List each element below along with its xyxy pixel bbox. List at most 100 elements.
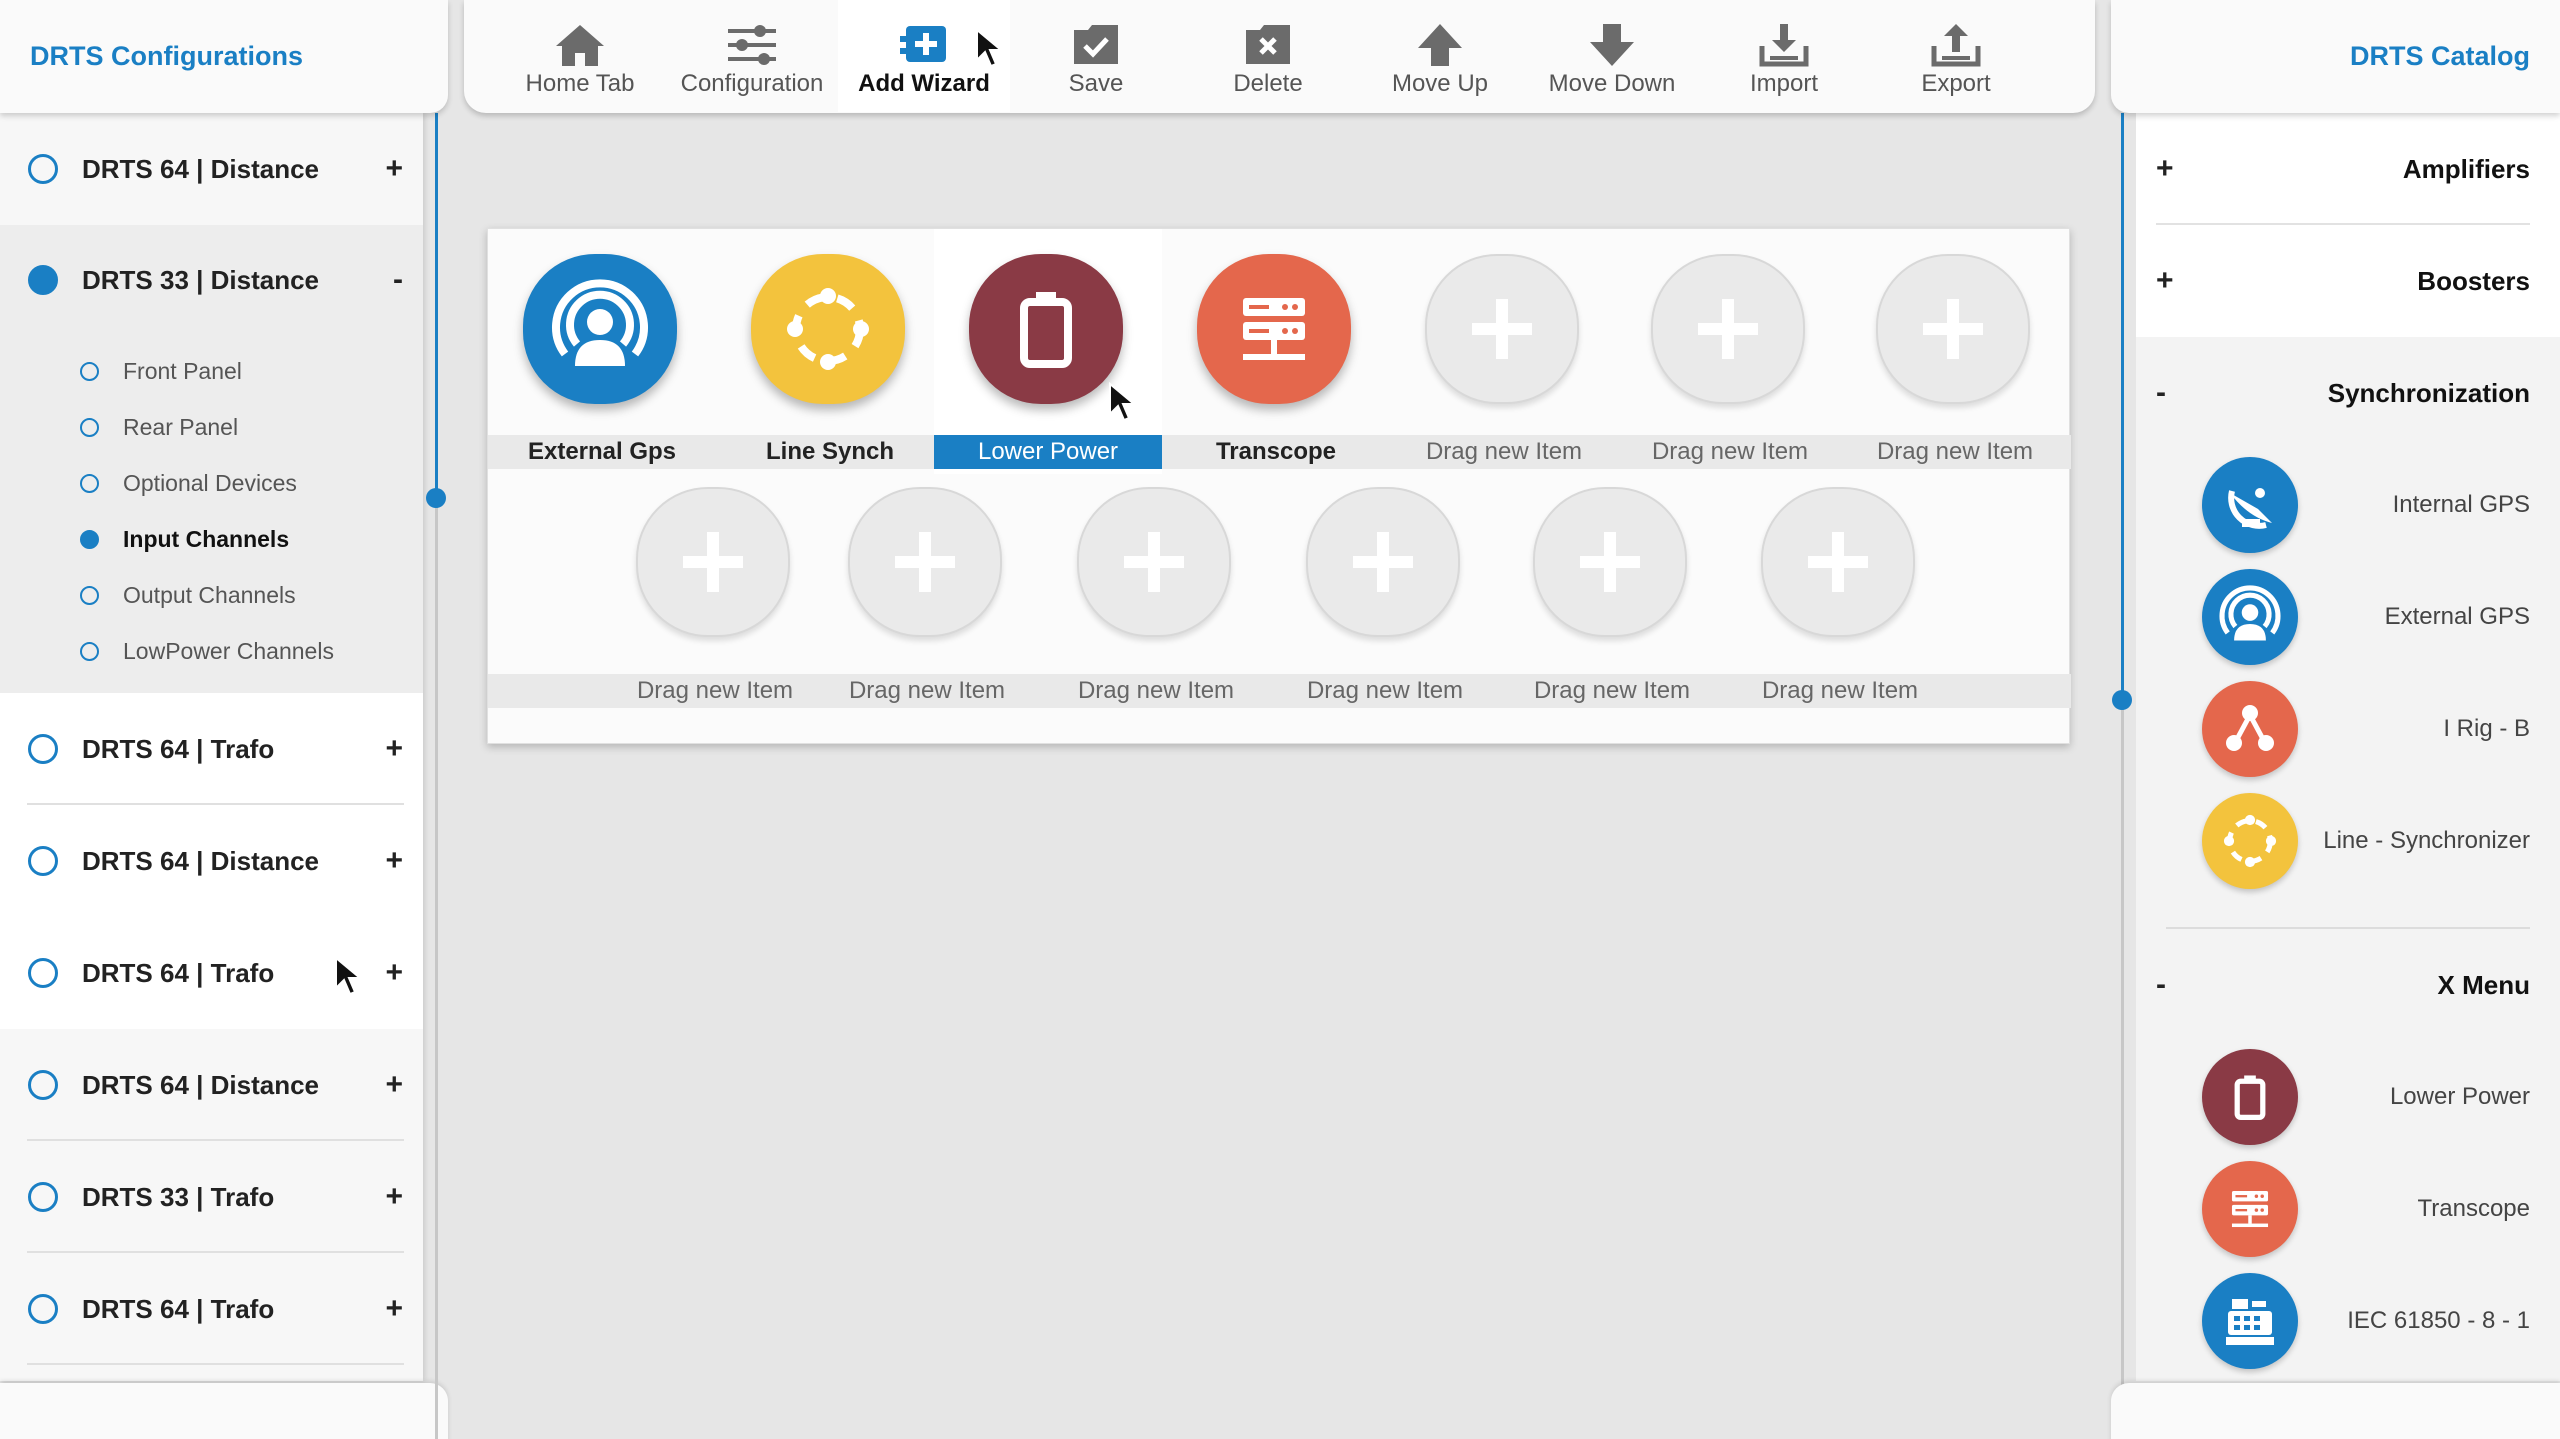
workspace-slot-empty[interactable]: Drag new Item xyxy=(1042,474,1270,741)
sync-ring-icon[interactable] xyxy=(751,254,905,404)
scroll-thumb[interactable] xyxy=(2121,113,2124,700)
configuration-button[interactable]: Configuration xyxy=(666,0,838,112)
config-item[interactable]: DRTS 64 | Trafo + xyxy=(0,693,423,805)
broadcast-icon[interactable] xyxy=(2202,569,2298,665)
catalog-category-boosters[interactable]: + Boosters xyxy=(2136,225,2560,337)
sub-item-rear-panel[interactable]: Rear Panel xyxy=(0,399,423,455)
move-down-button[interactable]: Move Down xyxy=(1526,0,1698,112)
catalog-item[interactable]: I Rig - B xyxy=(2166,673,2530,785)
satellite-dish-icon[interactable] xyxy=(2202,457,2298,553)
expand-toggle[interactable]: + xyxy=(385,844,403,878)
expand-toggle[interactable]: + xyxy=(385,1068,403,1102)
config-radio[interactable] xyxy=(28,734,58,764)
catalog-item[interactable]: External GPS xyxy=(2166,561,2530,673)
plus-icon[interactable] xyxy=(1876,254,2030,404)
workspace-slot-empty[interactable]: Drag new Item xyxy=(1616,229,1844,474)
workspace-slot[interactable]: External Gps xyxy=(488,229,716,474)
left-scrollbar[interactable] xyxy=(435,113,438,1439)
configurations-title: DRTS Configurations xyxy=(30,41,303,71)
battery-icon[interactable] xyxy=(969,254,1123,404)
expand-toggle[interactable]: + xyxy=(385,956,403,990)
config-item[interactable]: DRTS 64 | Distance + xyxy=(0,113,423,225)
config-radio[interactable] xyxy=(28,846,58,876)
sub-radio[interactable] xyxy=(80,361,99,381)
scroll-thumb[interactable] xyxy=(435,113,438,498)
sub-item-lowpower-channels[interactable]: LowPower Channels xyxy=(0,623,423,679)
config-radio[interactable] xyxy=(28,1070,58,1100)
sub-radio[interactable] xyxy=(80,473,99,493)
expand-toggle[interactable]: + xyxy=(385,732,403,766)
expand-toggle[interactable]: + xyxy=(2156,152,2174,186)
workspace-slot-empty[interactable]: Drag new Item xyxy=(1498,474,1726,741)
workspace-slot[interactable]: Transcope xyxy=(1162,229,1390,474)
workspace-slot[interactable]: Line Synch xyxy=(716,229,944,474)
workspace-slot-empty[interactable]: Drag new Item xyxy=(1390,229,1618,474)
import-button[interactable]: Import xyxy=(1698,0,1870,112)
catalog-item[interactable]: Line - Synchronizer xyxy=(2166,785,2530,897)
save-button[interactable]: Save xyxy=(1010,0,1182,112)
network-icon[interactable] xyxy=(2202,681,2298,777)
left-scroll-handle[interactable] xyxy=(426,488,446,508)
sync-ring-icon[interactable] xyxy=(2202,793,2298,889)
sub-radio[interactable] xyxy=(80,417,99,437)
sub-item-front-panel[interactable]: Front Panel xyxy=(0,343,423,399)
workspace-slot-empty[interactable]: Drag new Item xyxy=(1726,474,1954,741)
workspace-slot-empty[interactable]: Drag new Item xyxy=(601,474,829,741)
plus-icon[interactable] xyxy=(1306,487,1460,637)
workspace-row: Drag new Item Drag new Item Drag new Ite… xyxy=(488,474,2071,741)
delete-button[interactable]: Delete xyxy=(1182,0,1354,112)
export-button[interactable]: Export xyxy=(1870,0,2042,112)
collapse-toggle[interactable]: - xyxy=(393,263,403,297)
server-icon[interactable] xyxy=(2202,1161,2298,1257)
plus-icon[interactable] xyxy=(1651,254,1805,404)
plus-icon[interactable] xyxy=(1425,254,1579,404)
plus-icon[interactable] xyxy=(1761,487,1915,637)
config-item[interactable]: DRTS 64 | Trafo + xyxy=(0,1253,423,1365)
catalog-item[interactable]: IEC 61850 - 8 - 1 xyxy=(2166,1265,2530,1377)
expand-toggle[interactable]: + xyxy=(2156,264,2174,298)
expand-toggle[interactable]: + xyxy=(385,1180,403,1214)
plus-icon[interactable] xyxy=(1533,487,1687,637)
plus-icon[interactable] xyxy=(1077,487,1231,637)
workspace-slot-empty[interactable]: Drag new Item xyxy=(1841,229,2069,474)
config-radio[interactable] xyxy=(28,958,58,988)
left-panel-footer xyxy=(0,1383,448,1439)
plus-icon[interactable] xyxy=(848,487,1002,637)
catalog-item[interactable]: Lower Power xyxy=(2166,1041,2530,1153)
battery-icon[interactable] xyxy=(2202,1049,2298,1145)
config-radio[interactable] xyxy=(28,1294,58,1324)
sub-item-optional-devices[interactable]: Optional Devices xyxy=(0,455,423,511)
move-up-button[interactable]: Move Up xyxy=(1354,0,1526,112)
right-scrollbar[interactable] xyxy=(2121,113,2124,1439)
config-item[interactable]: DRTS 64 | Distance + xyxy=(0,805,423,917)
broadcast-icon[interactable] xyxy=(523,254,677,404)
sub-radio[interactable] xyxy=(80,585,99,605)
config-radio[interactable] xyxy=(28,154,58,184)
sub-item-output-channels[interactable]: Output Channels xyxy=(0,567,423,623)
config-item[interactable]: DRTS 64 | Distance + xyxy=(0,1029,423,1141)
home-tab-button[interactable]: Home Tab xyxy=(494,0,666,112)
workspace-slot-selected[interactable]: Lower Power xyxy=(934,229,1162,474)
catalog-category-x-menu[interactable]: - X Menu xyxy=(2136,929,2560,1041)
workspace-slot-empty[interactable]: Drag new Item xyxy=(813,474,1041,741)
config-radio[interactable] xyxy=(28,265,58,295)
collapse-toggle[interactable]: - xyxy=(2156,968,2166,1002)
server-icon[interactable] xyxy=(1197,254,1351,404)
config-item[interactable]: DRTS 33 | Distance - xyxy=(0,225,423,335)
workspace-slot-empty[interactable]: Drag new Item xyxy=(1271,474,1499,741)
collapse-toggle[interactable]: - xyxy=(2156,376,2166,410)
right-scroll-handle[interactable] xyxy=(2112,690,2132,710)
sub-radio[interactable] xyxy=(80,641,99,661)
catalog-item[interactable]: Internal GPS xyxy=(2166,449,2530,561)
catalog-category-synchronization[interactable]: - Synchronization xyxy=(2136,337,2560,449)
sub-item-input-channels[interactable]: Input Channels xyxy=(0,511,423,567)
catalog-item[interactable]: Transcope xyxy=(2166,1153,2530,1265)
config-item[interactable]: DRTS 33 | Trafo + xyxy=(0,1141,423,1253)
sub-radio[interactable] xyxy=(80,529,99,549)
register-icon[interactable] xyxy=(2202,1273,2298,1369)
expand-toggle[interactable]: + xyxy=(385,1292,403,1326)
expand-toggle[interactable]: + xyxy=(385,152,403,186)
catalog-category-amplifiers[interactable]: + Amplifiers xyxy=(2136,113,2560,225)
plus-icon[interactable] xyxy=(636,487,790,637)
config-radio[interactable] xyxy=(28,1182,58,1212)
